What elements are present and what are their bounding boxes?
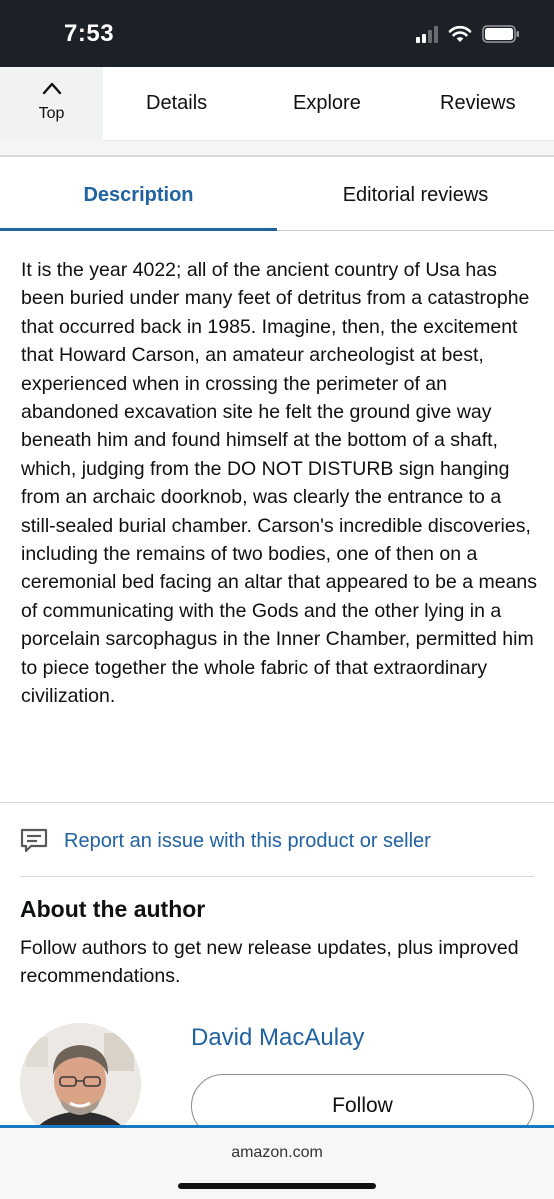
status-bar: 7:53: [0, 0, 554, 67]
divider: [20, 876, 534, 877]
cellular-signal-icon: [416, 25, 438, 43]
nav-link-explore[interactable]: Explore: [293, 92, 361, 115]
author-name-link[interactable]: David MacAulay: [191, 1024, 364, 1052]
nav-link-details[interactable]: Details: [146, 92, 207, 115]
wifi-icon: [448, 25, 472, 42]
url-label[interactable]: amazon.com: [0, 1144, 554, 1162]
section-separator: [0, 141, 554, 157]
home-indicator[interactable]: [178, 1183, 376, 1189]
top-nav: Top Details Explore Reviews: [0, 67, 554, 141]
tab-description[interactable]: Description: [0, 159, 277, 231]
about-author-subtitle: Follow authors to get new release update…: [20, 937, 519, 987]
report-issue-link[interactable]: Report an issue with this product or sel…: [20, 826, 431, 856]
tab-editorial-reviews[interactable]: Editorial reviews: [277, 159, 554, 231]
battery-icon: [482, 25, 519, 43]
divider: [0, 802, 554, 803]
about-author-heading: About the author: [20, 896, 206, 922]
top-button[interactable]: Top: [0, 67, 103, 141]
product-description: It is the year 4022; all of the ancient …: [21, 259, 538, 708]
status-time: 7:53: [64, 20, 115, 47]
chevron-up-icon: [42, 82, 62, 95]
top-button-label: Top: [38, 105, 65, 122]
status-icons: [416, 25, 520, 43]
feedback-icon: [20, 828, 48, 853]
nav-link-reviews[interactable]: Reviews: [440, 92, 516, 115]
report-issue-label: Report an issue with this product or sel…: [64, 829, 431, 852]
browser-bottom-bar: amazon.com: [0, 1125, 554, 1199]
description-tabs: Description Editorial reviews: [0, 159, 554, 231]
